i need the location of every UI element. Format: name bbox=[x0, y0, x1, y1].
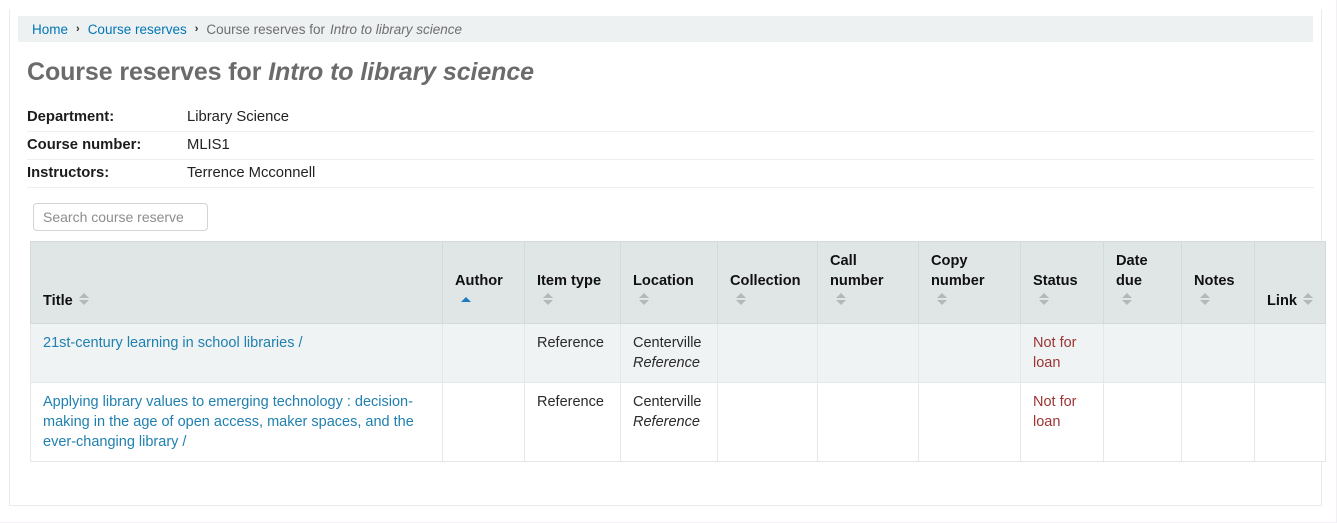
cell-link bbox=[1255, 324, 1326, 383]
status-badge: Not for loan bbox=[1033, 335, 1077, 371]
search-input[interactable] bbox=[33, 203, 208, 231]
cell-title: 21st-century learning in school librarie… bbox=[31, 324, 443, 383]
course-reserves-table: Title Author Item type Location Collecti… bbox=[30, 241, 1326, 462]
column-header-author[interactable]: Author bbox=[443, 242, 525, 324]
column-header-date-due[interactable]: Date due bbox=[1104, 242, 1182, 324]
cell-notes bbox=[1182, 324, 1255, 383]
breadcrumb-link-home[interactable]: Home bbox=[32, 22, 68, 37]
course-info-row-instructors: Instructors: Terrence Mcconnell bbox=[27, 160, 1314, 188]
column-header-notes[interactable]: Notes bbox=[1182, 242, 1255, 324]
status-badge: Not for loan bbox=[1033, 394, 1077, 430]
course-info-table: Department: Library Science Course numbe… bbox=[27, 104, 1314, 188]
breadcrumb-current-prefix: Course reserves for bbox=[206, 22, 325, 37]
cell-copy-number bbox=[919, 383, 1021, 462]
cell-location: Centerville Reference bbox=[621, 324, 718, 383]
cell-call-number bbox=[818, 383, 919, 462]
main-content-panel: Home › Course reserves › Course reserves… bbox=[9, 9, 1322, 506]
sort-both-icon-location[interactable] bbox=[639, 292, 650, 306]
course-info-value-course-number: MLIS1 bbox=[187, 132, 1314, 160]
column-header-call-number-label: Call number bbox=[830, 252, 908, 291]
column-header-notes-label: Notes bbox=[1194, 272, 1235, 292]
sort-both-icon-title[interactable] bbox=[79, 292, 90, 306]
course-info-value-department: Library Science bbox=[187, 104, 1314, 132]
table-header-row: Title Author Item type Location Collecti… bbox=[31, 242, 1326, 324]
cell-title: Applying library values to emerging tech… bbox=[31, 383, 443, 462]
course-info-value-instructors: Terrence Mcconnell bbox=[187, 160, 1314, 188]
cell-location: Centerville Reference bbox=[621, 383, 718, 462]
course-info-row-course-number: Course number: MLIS1 bbox=[27, 132, 1314, 160]
course-info-row-department: Department: Library Science bbox=[27, 104, 1314, 132]
page-title: Course reserves for Intro to library sci… bbox=[27, 58, 1321, 87]
column-header-link-label: Link bbox=[1267, 292, 1297, 312]
column-header-title-label: Title bbox=[43, 292, 73, 312]
breadcrumb: Home › Course reserves › Course reserves… bbox=[18, 16, 1313, 42]
column-header-title[interactable]: Title bbox=[31, 242, 443, 324]
column-header-copy-number-label: Copy number bbox=[931, 252, 1010, 291]
column-header-collection[interactable]: Collection bbox=[718, 242, 818, 324]
column-header-status-label: Status bbox=[1033, 272, 1078, 292]
column-header-item-type[interactable]: Item type bbox=[525, 242, 621, 324]
cell-collection bbox=[718, 383, 818, 462]
sort-both-icon-item-type[interactable] bbox=[543, 292, 554, 306]
cell-location-sublocation: Reference bbox=[633, 412, 707, 432]
breadcrumb-link-course-reserves[interactable]: Course reserves bbox=[88, 22, 187, 37]
column-header-status[interactable]: Status bbox=[1021, 242, 1104, 324]
cell-notes bbox=[1182, 383, 1255, 462]
chevron-right-icon: › bbox=[68, 23, 88, 35]
reserve-title-link[interactable]: Applying library values to emerging tech… bbox=[43, 394, 414, 450]
sort-both-icon-call-number[interactable] bbox=[836, 292, 847, 306]
cell-author bbox=[443, 324, 525, 383]
page-title-prefix: Course reserves for bbox=[27, 58, 268, 86]
column-header-location-label: Location bbox=[633, 272, 694, 292]
cell-location-branch: Centerville bbox=[633, 394, 702, 410]
breadcrumb-current: Course reserves forIntro to library scie… bbox=[206, 22, 462, 37]
cell-copy-number bbox=[919, 324, 1021, 383]
course-info-label-department: Department: bbox=[27, 104, 187, 132]
cell-author bbox=[443, 383, 525, 462]
cell-location-branch: Centerville bbox=[633, 335, 702, 351]
cell-link bbox=[1255, 383, 1326, 462]
cell-call-number bbox=[818, 324, 919, 383]
breadcrumb-current-course: Intro to library science bbox=[325, 22, 462, 37]
sort-ascending-icon-author[interactable] bbox=[461, 292, 472, 306]
cell-item-type: Reference bbox=[525, 383, 621, 462]
column-header-date-due-label: Date due bbox=[1116, 252, 1171, 291]
search-container bbox=[33, 203, 1321, 231]
page-root: Home › Course reserves › Course reserves… bbox=[0, 0, 1337, 523]
sort-both-icon-copy-number[interactable] bbox=[937, 292, 948, 306]
column-header-link[interactable]: Link bbox=[1255, 242, 1326, 324]
reserve-title-link[interactable]: 21st-century learning in school librarie… bbox=[43, 335, 303, 351]
column-header-copy-number[interactable]: Copy number bbox=[919, 242, 1021, 324]
course-info-label-course-number: Course number: bbox=[27, 132, 187, 160]
reserves-table-container: Title Author Item type Location Collecti… bbox=[30, 241, 1325, 462]
column-header-location[interactable]: Location bbox=[621, 242, 718, 324]
cell-status: Not for loan bbox=[1021, 324, 1104, 383]
sort-both-icon-link[interactable] bbox=[1303, 292, 1314, 306]
cell-status: Not for loan bbox=[1021, 383, 1104, 462]
sort-both-icon-collection[interactable] bbox=[736, 292, 747, 306]
sort-both-icon-status[interactable] bbox=[1039, 292, 1050, 306]
cell-date-due bbox=[1104, 383, 1182, 462]
cell-date-due bbox=[1104, 324, 1182, 383]
column-header-collection-label: Collection bbox=[730, 272, 801, 292]
table-row: 21st-century learning in school librarie… bbox=[31, 324, 1326, 383]
sort-both-icon-date-due[interactable] bbox=[1122, 292, 1133, 306]
course-info-label-instructors: Instructors: bbox=[27, 160, 187, 188]
cell-collection bbox=[718, 324, 818, 383]
column-header-author-label: Author bbox=[455, 272, 503, 292]
page-title-course: Intro to library science bbox=[268, 58, 534, 86]
cell-location-sublocation: Reference bbox=[633, 353, 707, 373]
table-row: Applying library values to emerging tech… bbox=[31, 383, 1326, 462]
column-header-item-type-label: Item type bbox=[537, 272, 601, 292]
cell-item-type: Reference bbox=[525, 324, 621, 383]
column-header-call-number[interactable]: Call number bbox=[818, 242, 919, 324]
chevron-right-icon-2: › bbox=[187, 23, 207, 35]
sort-both-icon-notes[interactable] bbox=[1200, 292, 1211, 306]
